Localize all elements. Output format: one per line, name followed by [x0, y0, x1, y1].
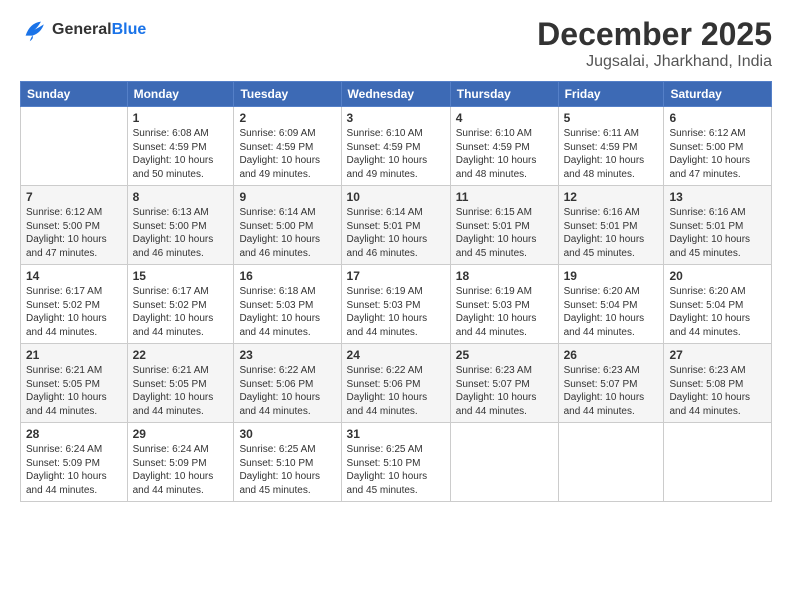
table-row [558, 423, 664, 502]
page: GeneralBlue December 2025 Jugsalai, Jhar… [0, 0, 792, 612]
table-row: 3Sunrise: 6:10 AMSunset: 4:59 PMDaylight… [341, 107, 450, 186]
col-monday: Monday [127, 82, 234, 107]
logo-icon [20, 16, 48, 44]
col-friday: Friday [558, 82, 664, 107]
table-row: 26Sunrise: 6:23 AMSunset: 5:07 PMDayligh… [558, 344, 664, 423]
logo-text: GeneralBlue [52, 20, 146, 39]
col-thursday: Thursday [450, 82, 558, 107]
table-row: 1Sunrise: 6:08 AMSunset: 4:59 PMDaylight… [127, 107, 234, 186]
table-row: 25Sunrise: 6:23 AMSunset: 5:07 PMDayligh… [450, 344, 558, 423]
header-row: Sunday Monday Tuesday Wednesday Thursday… [21, 82, 772, 107]
header-area: GeneralBlue December 2025 Jugsalai, Jhar… [20, 16, 772, 71]
table-row: 14Sunrise: 6:17 AMSunset: 5:02 PMDayligh… [21, 265, 128, 344]
table-row: 4Sunrise: 6:10 AMSunset: 4:59 PMDaylight… [450, 107, 558, 186]
table-row: 15Sunrise: 6:17 AMSunset: 5:02 PMDayligh… [127, 265, 234, 344]
col-saturday: Saturday [664, 82, 772, 107]
table-row: 24Sunrise: 6:22 AMSunset: 5:06 PMDayligh… [341, 344, 450, 423]
table-row: 7Sunrise: 6:12 AMSunset: 5:00 PMDaylight… [21, 186, 128, 265]
title-area: December 2025 Jugsalai, Jharkhand, India [537, 16, 772, 71]
table-row: 16Sunrise: 6:18 AMSunset: 5:03 PMDayligh… [234, 265, 341, 344]
table-row: 5Sunrise: 6:11 AMSunset: 4:59 PMDaylight… [558, 107, 664, 186]
col-wednesday: Wednesday [341, 82, 450, 107]
table-row: 6Sunrise: 6:12 AMSunset: 5:00 PMDaylight… [664, 107, 772, 186]
col-tuesday: Tuesday [234, 82, 341, 107]
location-title: Jugsalai, Jharkhand, India [537, 53, 772, 71]
col-sunday: Sunday [21, 82, 128, 107]
table-row: 28Sunrise: 6:24 AMSunset: 5:09 PMDayligh… [21, 423, 128, 502]
table-row: 9Sunrise: 6:14 AMSunset: 5:00 PMDaylight… [234, 186, 341, 265]
table-row: 11Sunrise: 6:15 AMSunset: 5:01 PMDayligh… [450, 186, 558, 265]
table-row: 27Sunrise: 6:23 AMSunset: 5:08 PMDayligh… [664, 344, 772, 423]
table-row: 23Sunrise: 6:22 AMSunset: 5:06 PMDayligh… [234, 344, 341, 423]
table-row: 30Sunrise: 6:25 AMSunset: 5:10 PMDayligh… [234, 423, 341, 502]
table-row: 18Sunrise: 6:19 AMSunset: 5:03 PMDayligh… [450, 265, 558, 344]
calendar-table: Sunday Monday Tuesday Wednesday Thursday… [20, 81, 772, 502]
table-row: 21Sunrise: 6:21 AMSunset: 5:05 PMDayligh… [21, 344, 128, 423]
table-row: 29Sunrise: 6:24 AMSunset: 5:09 PMDayligh… [127, 423, 234, 502]
table-row [21, 107, 128, 186]
table-row [664, 423, 772, 502]
table-row [450, 423, 558, 502]
table-row: 19Sunrise: 6:20 AMSunset: 5:04 PMDayligh… [558, 265, 664, 344]
month-title: December 2025 [537, 16, 772, 53]
table-row: 8Sunrise: 6:13 AMSunset: 5:00 PMDaylight… [127, 186, 234, 265]
table-row: 10Sunrise: 6:14 AMSunset: 5:01 PMDayligh… [341, 186, 450, 265]
table-row: 13Sunrise: 6:16 AMSunset: 5:01 PMDayligh… [664, 186, 772, 265]
table-row: 22Sunrise: 6:21 AMSunset: 5:05 PMDayligh… [127, 344, 234, 423]
logo: GeneralBlue [20, 16, 146, 44]
table-row: 12Sunrise: 6:16 AMSunset: 5:01 PMDayligh… [558, 186, 664, 265]
table-row: 2Sunrise: 6:09 AMSunset: 4:59 PMDaylight… [234, 107, 341, 186]
table-row: 17Sunrise: 6:19 AMSunset: 5:03 PMDayligh… [341, 265, 450, 344]
table-row: 31Sunrise: 6:25 AMSunset: 5:10 PMDayligh… [341, 423, 450, 502]
table-row: 20Sunrise: 6:20 AMSunset: 5:04 PMDayligh… [664, 265, 772, 344]
